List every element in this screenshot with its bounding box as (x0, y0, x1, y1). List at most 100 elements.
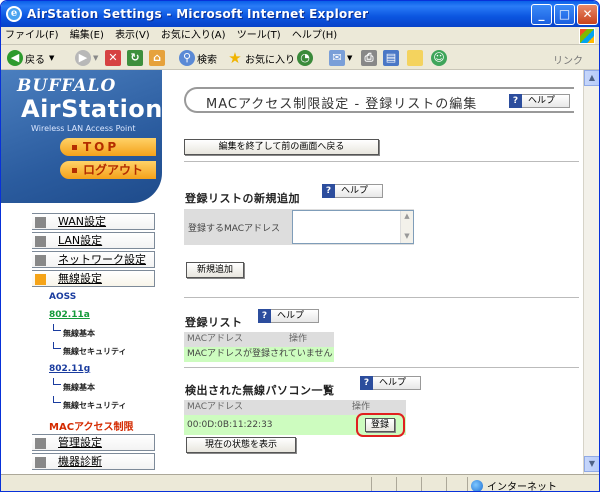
history-button[interactable]: ◔ (297, 49, 315, 67)
forward-button[interactable]: ▶ ▼ (75, 49, 98, 67)
detected-clients-help-button[interactable]: ? ヘルプ (360, 375, 422, 391)
toolbar: ◀ 戻る ▼ ▶ ▼ ✕ ↻ ⌂ ⚲ 検索 ★ お気に入り ◔ ✉ ▼ ⎙ ▤ … (1, 46, 599, 70)
back-label: 戻る (25, 54, 45, 66)
forward-arrow-icon: ▶ (75, 50, 91, 66)
menu-edit[interactable]: 編集(E) (66, 27, 108, 45)
search-button[interactable]: ⚲ 検索 (179, 49, 217, 67)
favorites-label: お気に入り (245, 54, 295, 66)
refresh-status-button[interactable]: 現在の状態を表示 (186, 437, 296, 453)
divider (184, 161, 579, 162)
dropdown-icon: ▼ (347, 54, 353, 62)
register-button[interactable]: 登録 (365, 418, 395, 432)
print-icon: ⎙ (361, 50, 377, 66)
divider (184, 367, 579, 368)
menu-tools[interactable]: ツール(T) (233, 27, 285, 45)
textarea-scrollbar[interactable]: ▲ ▼ (400, 211, 413, 243)
scroll-up-icon[interactable]: ▲ (584, 70, 599, 86)
sub-mac-access[interactable]: MACアクセス制限 (49, 418, 134, 433)
nav-network[interactable]: ネットワーク設定 (32, 251, 155, 268)
help-icon: ? (322, 184, 335, 198)
edit-button[interactable]: ▤ (383, 49, 401, 67)
bullet-icon (35, 217, 46, 228)
bullet-icon (72, 145, 77, 150)
table-row: MACアドレスが登録されていません (184, 347, 334, 362)
home-icon: ⌂ (149, 50, 165, 66)
nav-lan[interactable]: LAN設定 (32, 232, 155, 249)
menu-file[interactable]: ファイル(F) (1, 27, 63, 45)
sub-11g-security[interactable]: 無線セキュリティ (63, 400, 127, 411)
menu-favorites[interactable]: お気に入り(A) (157, 27, 230, 45)
vertical-scrollbar[interactable]: ▲ ▼ (583, 70, 599, 474)
main-panel: MACアクセス制限設定 - 登録リストの編集 ? ヘルプ 編集を終了して前の画面へ… (174, 70, 583, 474)
divider (446, 477, 447, 491)
stop-icon: ✕ (105, 50, 121, 66)
back-to-previous-button[interactable]: 編集を終了して前の画面へ戻る (184, 139, 379, 155)
sub-11a[interactable]: 802.11a (49, 310, 90, 320)
window-title: AirStation Settings - Microsoft Internet… (27, 7, 369, 21)
menu-bar: ファイル(F) 編集(E) 表示(V) お気に入り(A) ツール(T) ヘルプ(… (1, 27, 599, 45)
scroll-down-icon[interactable]: ▼ (584, 456, 599, 472)
close-button[interactable]: ✕ (577, 4, 598, 25)
detected-mac-cell: 00:0D:0B:11:22:33 (187, 420, 273, 430)
status-bar: インターネット (1, 474, 599, 492)
title-bar: e AirStation Settings - Microsoft Intern… (1, 1, 599, 27)
nav-wan-label: WAN設定 (58, 215, 107, 228)
logout-button[interactable]: ログアウト (60, 161, 156, 179)
nav-admin[interactable]: 管理設定 (32, 434, 155, 451)
home-button[interactable]: ⌂ (149, 49, 167, 67)
add-new-button[interactable]: 新規追加 (186, 262, 244, 278)
messenger-button[interactable]: ☺ (431, 49, 449, 67)
sub-11a-basic[interactable]: 無線基本 (63, 328, 95, 339)
logout-label: ログアウト (83, 163, 144, 177)
stop-button[interactable]: ✕ (105, 49, 123, 67)
dropdown-icon: ▼ (49, 54, 55, 62)
divider (421, 477, 422, 491)
maximize-button[interactable]: □ (554, 4, 575, 25)
mac-address-textarea[interactable] (292, 210, 414, 244)
refresh-button[interactable]: ↻ (127, 49, 145, 67)
bullet-icon (35, 457, 46, 468)
menu-view[interactable]: 表示(V) (111, 27, 154, 45)
sub-11g-basic[interactable]: 無線基本 (63, 382, 95, 393)
nav-wireless[interactable]: 無線設定 (32, 270, 155, 287)
dropdown-icon: ▼ (93, 54, 99, 62)
favorites-button[interactable]: ★ お気に入り (227, 49, 295, 67)
nav-diagnostics[interactable]: 機器診断 (32, 453, 155, 470)
sub-aoss[interactable]: AOSS (49, 292, 76, 302)
back-button[interactable]: ◀ 戻る ▼ (7, 49, 54, 67)
edit-icon: ▤ (383, 50, 399, 66)
nav-wan[interactable]: WAN設定 (32, 213, 155, 230)
bullet-icon (72, 168, 77, 173)
mail-icon: ✉ (329, 50, 345, 66)
nav-diagnostics-label: 機器診断 (58, 455, 102, 468)
back-arrow-icon: ◀ (7, 50, 23, 66)
nav-network-label: ネットワーク設定 (58, 253, 146, 266)
star-icon: ★ (228, 49, 242, 67)
scroll-up-icon[interactable]: ▲ (401, 211, 413, 221)
sidebar: BUFFALO AirStation Wireless LAN Access P… (1, 70, 162, 474)
top-button[interactable]: TOP (60, 138, 156, 156)
minimize-button[interactable]: _ (531, 4, 552, 25)
discuss-button[interactable] (407, 49, 425, 67)
zone-label: インターネット (487, 482, 557, 492)
bullet-icon (35, 255, 46, 266)
search-label: 検索 (197, 54, 217, 66)
print-button[interactable]: ⎙ (361, 49, 379, 67)
menu-help[interactable]: ヘルプ(H) (288, 27, 341, 45)
help-label: ヘルプ (271, 309, 320, 323)
bullet-icon (35, 236, 46, 247)
column-header: MACアドレス (187, 402, 244, 412)
help-icon: ? (360, 376, 373, 390)
table-header-row: MACアドレス 操作 (184, 332, 334, 347)
sub-11a-security[interactable]: 無線セキュリティ (63, 346, 127, 357)
divider (396, 477, 397, 491)
links-label[interactable]: リンク (553, 52, 583, 67)
registered-list-help-button[interactable]: ? ヘルプ (258, 308, 320, 324)
mac-input-row: 登録するMACアドレス ▲ ▼ (184, 209, 414, 245)
help-button[interactable]: ? ヘルプ (509, 93, 571, 109)
new-entry-help-button[interactable]: ? ヘルプ (322, 183, 384, 199)
nav-admin-label: 管理設定 (58, 436, 102, 449)
sub-11g[interactable]: 802.11g (49, 364, 90, 374)
scroll-down-icon[interactable]: ▼ (401, 231, 413, 241)
mail-button[interactable]: ✉ ▼ (329, 49, 352, 67)
